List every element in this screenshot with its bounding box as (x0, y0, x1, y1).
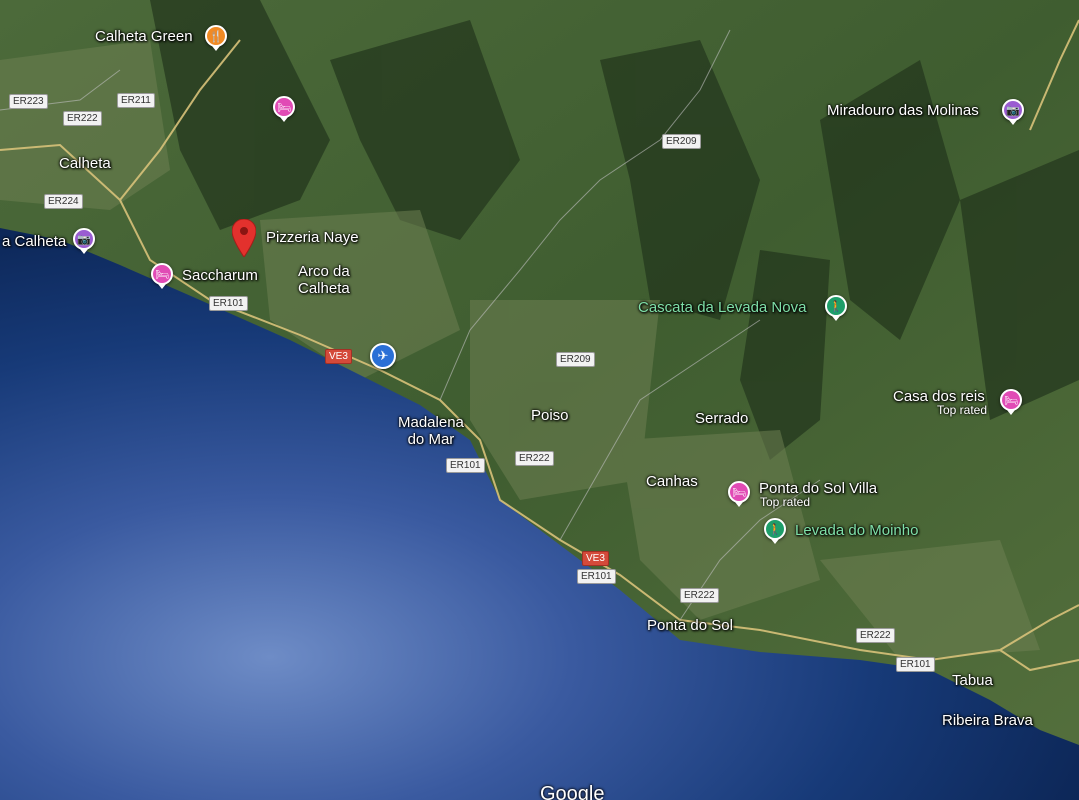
camera-icon[interactable]: 📷 (73, 228, 95, 254)
road-shield: VE3 (325, 349, 352, 364)
hiking-icon[interactable]: 🚶 (764, 518, 786, 544)
location-pin-icon[interactable] (231, 218, 257, 258)
road-shield: ER223 (9, 94, 48, 109)
road-shield: ER101 (446, 458, 485, 473)
satellite-map[interactable]: Calheta Arco da Calheta Madalena do Mar … (0, 0, 1079, 800)
town-ponta-do-sol[interactable]: Ponta do Sol (647, 617, 733, 634)
restaurant-icon[interactable]: 🍴 (205, 25, 227, 51)
poi-calheta-green-label[interactable]: Calheta Green (95, 28, 193, 45)
google-watermark: Google (540, 783, 605, 800)
town-tabua[interactable]: Tabua (952, 672, 993, 689)
town-madalena-line2: do Mar (407, 431, 455, 448)
hotel-icon[interactable]: 🛏 (1000, 389, 1022, 415)
town-arco-line2: Calheta (298, 280, 350, 297)
town-arco-da-calheta[interactable]: Arco da Calheta (298, 263, 350, 297)
poi-miradouro-label[interactable]: Miradouro das Molinas (827, 102, 979, 119)
road-shield: ER222 (680, 588, 719, 603)
road-shield: ER209 (556, 352, 595, 367)
town-madalena-line1: Madalena (398, 414, 464, 431)
location-pin-shape (231, 218, 257, 258)
road-shield: ER224 (44, 194, 83, 209)
road-shield: ER211 (117, 93, 155, 108)
hotel-icon[interactable]: 🛏 (273, 96, 295, 122)
hiking-icon[interactable]: 🚶 (825, 295, 847, 321)
town-madalena-do-mar[interactable]: Madalena do Mar (398, 414, 464, 448)
road-shield: ER209 (662, 134, 701, 149)
road-shield: ER222 (856, 628, 895, 643)
town-arco-line1: Arco da (298, 263, 350, 280)
poi-praia-calheta-label[interactable]: a Calheta (2, 233, 66, 250)
poi-saccharum-label[interactable]: Saccharum (182, 267, 258, 284)
hotel-icon[interactable]: 🛏 (728, 481, 750, 507)
town-ribeira-brava[interactable]: Ribeira Brava (942, 712, 1033, 729)
airplane-icon[interactable]: ✈ (370, 343, 396, 369)
poi-pizzeria-label[interactable]: Pizzeria Naye (266, 229, 359, 246)
town-canhas[interactable]: Canhas (646, 473, 698, 490)
road-shield: ER101 (896, 657, 935, 672)
hotel-icon[interactable]: 🛏 (151, 263, 173, 289)
road-shield: ER222 (63, 111, 102, 126)
poi-cascata-label[interactable]: Cascata da Levada Nova (638, 299, 806, 316)
road-shield: ER101 (209, 296, 248, 311)
poi-levada-moinho-label[interactable]: Levada do Moinho (795, 522, 918, 539)
road-shield: VE3 (582, 551, 609, 566)
road-shield: ER101 (577, 569, 616, 584)
road-shield: ER222 (515, 451, 554, 466)
poi-casa-dos-reis-rating: Top rated (937, 403, 988, 417)
town-poiso[interactable]: Poiso (531, 407, 569, 424)
poi-ponta-villa-rating: Top rated (760, 495, 811, 509)
camera-icon[interactable]: 📷 (1002, 99, 1024, 125)
town-serrado[interactable]: Serrado (695, 410, 748, 427)
town-calheta[interactable]: Calheta (59, 155, 111, 172)
